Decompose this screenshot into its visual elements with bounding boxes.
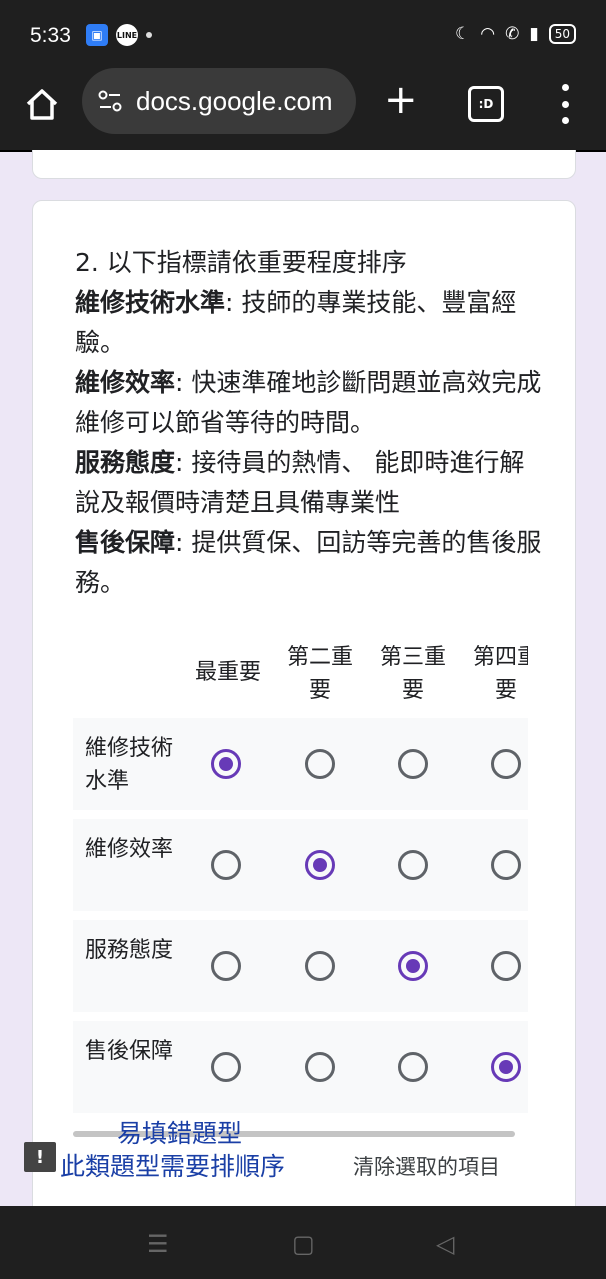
radio-button[interactable] (398, 749, 428, 779)
radio-button[interactable] (305, 1052, 335, 1082)
column-header-clip: 第四重要 (466, 641, 528, 711)
radio-button[interactable] (398, 951, 428, 981)
radio-button[interactable] (398, 1052, 428, 1082)
notification-icons: ▣ LINE (86, 24, 152, 46)
system-nav-bar: ☰ ▢ ◁ (0, 1206, 606, 1279)
signal-icon: ▮ (529, 24, 539, 44)
more-menu-icon[interactable] (558, 84, 572, 124)
row-label: 售後保障 (85, 1039, 174, 1064)
question-title: 2. 以下指標請依重要程度排序 (75, 248, 407, 277)
battery-icon: 50 (548, 24, 576, 44)
clear-selection-button[interactable]: 清除選取的項目 (353, 1151, 500, 1181)
moon-icon: ☾ (455, 24, 471, 44)
grid-row: 維修效率 (73, 819, 528, 911)
radio-button[interactable] (491, 1052, 521, 1082)
row-label: 維修技術水準 (85, 736, 174, 794)
definition-item: 服務態度: 接待員的熱情、 能即時進行解說及報價時清楚且具備專業性 (75, 448, 525, 517)
status-bar: 5:33 ▣ LINE ☾ ◠ ✆ ▮ 50 (0, 0, 606, 72)
tab-switcher-button[interactable]: :D (468, 86, 504, 122)
annotation-line-1: 易填錯題型 (117, 1119, 243, 1148)
row-label: 服務態度 (85, 938, 174, 963)
radio-button[interactable] (211, 850, 241, 880)
annotation-line-2: 此類題型需要排順序 (60, 1152, 286, 1181)
new-tab-icon[interactable]: + (384, 80, 418, 120)
system-icons: ☾ ◠ ✆ ▮ 50 (455, 24, 576, 44)
status-time: 5:33 (30, 24, 71, 47)
radio-button[interactable] (305, 850, 335, 880)
grid-row: 售後保障 (73, 1021, 528, 1113)
column-header: 最重要 (194, 660, 261, 685)
address-bar[interactable]: docs.google.com (82, 68, 356, 134)
radio-button[interactable] (305, 951, 335, 981)
home-nav-icon[interactable]: ▢ (292, 1230, 315, 1258)
radio-button[interactable] (211, 749, 241, 779)
column-header: 第三重要 (379, 645, 446, 703)
radio-button[interactable] (211, 951, 241, 981)
question-card: 2. 以下指標請依重要程度排序 維修技術水準: 技師的專業技能、豐富經驗。 維修… (32, 200, 576, 1222)
back-icon[interactable]: ◁ (436, 1230, 454, 1258)
home-icon[interactable] (22, 84, 62, 124)
recents-icon[interactable]: ☰ (147, 1230, 169, 1258)
radio-button[interactable] (491, 951, 521, 981)
question-text: 2. 以下指標請依重要程度排序 維修技術水準: 技師的專業技能、豐富經驗。 維修… (75, 243, 545, 603)
browser-toolbar: docs.google.com + :D (0, 68, 606, 152)
grid-row: 維修技術水準 (73, 718, 528, 810)
radio-button[interactable] (398, 850, 428, 880)
dot-icon (146, 32, 152, 38)
definition-item: 維修技術水準: 技師的專業技能、豐富經驗。 (75, 288, 517, 357)
site-settings-icon[interactable] (96, 87, 124, 115)
radio-button[interactable] (211, 1052, 241, 1082)
url-text: docs.google.com (136, 85, 333, 116)
radio-button[interactable] (491, 749, 521, 779)
radio-button[interactable] (491, 850, 521, 880)
line-app-icon: LINE (116, 24, 138, 46)
radio-button[interactable] (305, 749, 335, 779)
call-icon: ✆ (505, 24, 520, 44)
row-label: 維修效率 (85, 837, 174, 862)
android-icon: ▣ (86, 24, 108, 46)
grid-row: 服務態度 (73, 920, 528, 1012)
wifi-icon: ◠ (480, 24, 496, 44)
previous-question-card (32, 150, 576, 179)
definition-item: 維修效率: 快速準確地診斷問題並高效完成維修可以節省等待的時間。 (75, 368, 542, 437)
alert-comment-icon: ! (24, 1142, 56, 1172)
column-header: 第二重要 (286, 645, 353, 703)
column-header: 第四重要 (472, 645, 528, 703)
definition-item: 售後保障: 提供質保、回訪等完善的售後服務。 (75, 528, 542, 597)
